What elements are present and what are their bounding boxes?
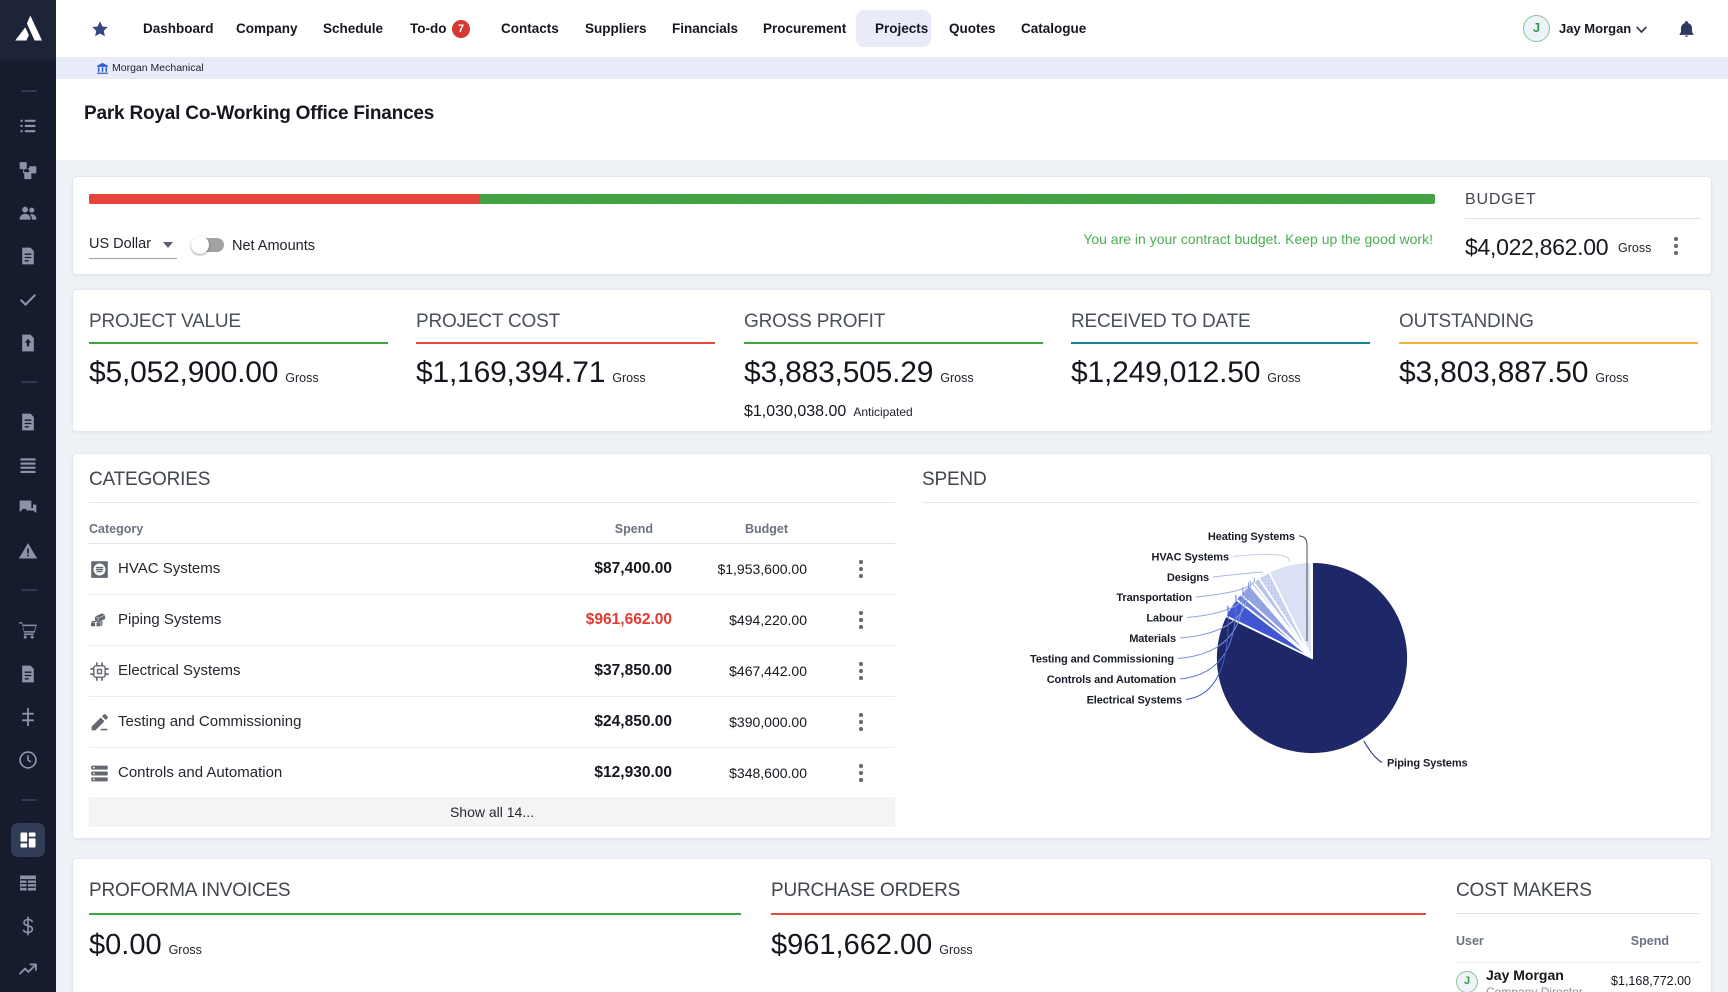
svg-text:HVAC Systems: HVAC Systems xyxy=(1152,552,1229,564)
svg-text:Materials: Materials xyxy=(1129,633,1176,645)
svg-text:Testing and Commissioning: Testing and Commissioning xyxy=(1030,654,1174,666)
svg-text:Controls and Automation: Controls and Automation xyxy=(1047,674,1177,686)
svg-text:Labour: Labour xyxy=(1146,613,1183,625)
svg-text:Transportation: Transportation xyxy=(1116,592,1192,604)
svg-text:Electrical Systems: Electrical Systems xyxy=(1087,695,1182,707)
svg-text:Piping Systems: Piping Systems xyxy=(1387,758,1468,770)
svg-text:Designs: Designs xyxy=(1167,572,1209,584)
svg-text:Heating Systems: Heating Systems xyxy=(1208,531,1295,543)
